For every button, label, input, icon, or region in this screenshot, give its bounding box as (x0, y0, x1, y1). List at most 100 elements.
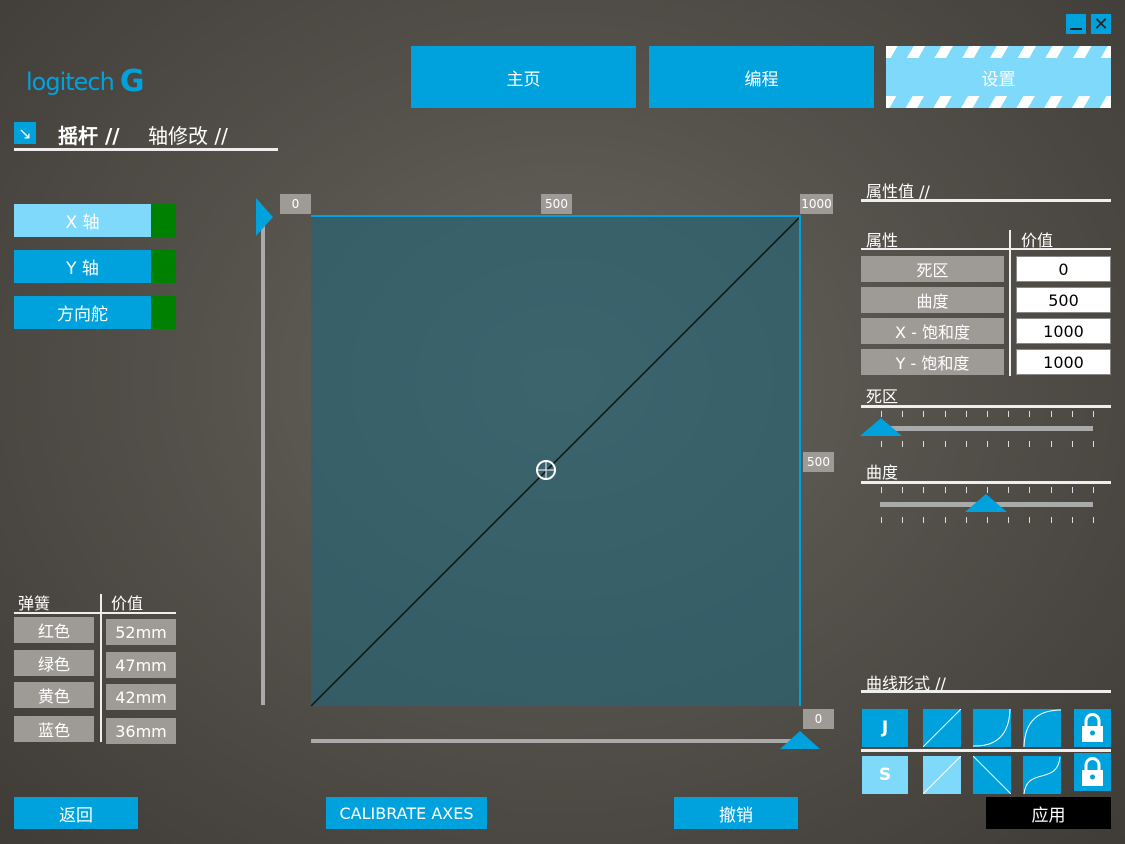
axis-indicator (151, 204, 176, 237)
top-label: 1000 (800, 194, 833, 214)
curve-s-button[interactable]: S (862, 756, 908, 794)
minimize-button[interactable] (1066, 14, 1086, 34)
minimize-icon (1070, 28, 1082, 30)
slider-tick (944, 411, 946, 417)
slider-tick (1008, 441, 1010, 447)
property-name: X - 饱和度 (861, 318, 1004, 344)
back-arrow-icon[interactable]: ↘ (14, 122, 36, 144)
spring-name: 红色 (14, 617, 94, 643)
vertical-slider-handle[interactable] (256, 198, 273, 236)
slider-tick (965, 441, 967, 447)
axis-y-button[interactable]: Y 轴 (14, 250, 151, 283)
slider-tick (1008, 487, 1010, 493)
back-button[interactable]: 返回 (14, 797, 138, 829)
slider-tick (1093, 441, 1094, 447)
spring-value: 47mm (106, 652, 176, 678)
slider-tick (1029, 441, 1031, 447)
top-label: 0 (280, 194, 311, 214)
tab-home[interactable]: 主页 (411, 46, 636, 108)
slider-tick (881, 517, 882, 523)
slider-tick (923, 411, 925, 417)
curve-handle[interactable] (965, 494, 1007, 512)
top-label: 500 (541, 194, 572, 214)
property-value-input[interactable]: 500 (1016, 287, 1111, 313)
close-button[interactable]: ✕ (1091, 13, 1111, 35)
breadcrumb-axis: 轴修改 // (148, 124, 228, 148)
linear-curve-light-icon[interactable] (923, 756, 961, 794)
property-name: Y - 饱和度 (861, 349, 1004, 375)
close-icon: ✕ (1093, 13, 1109, 35)
curve-j-button[interactable]: J (862, 709, 908, 747)
breadcrumb-joystick[interactable]: 摇杆 // (58, 120, 120, 149)
slider-tick (987, 441, 988, 447)
spring-value: 42mm (106, 684, 176, 710)
linear-curve-icon[interactable] (923, 709, 961, 747)
property-value-input[interactable]: 1000 (1016, 349, 1111, 375)
calibrate-axes-button[interactable]: CALIBRATE AXES (326, 797, 487, 829)
axis-x-button[interactable]: X 轴 (14, 204, 151, 237)
lock-icon[interactable] (1074, 709, 1111, 747)
slider-tick (987, 517, 988, 523)
spring-value: 36mm (106, 718, 176, 744)
slider-tick (944, 441, 946, 447)
slider-tick (1093, 487, 1094, 493)
axis-rudder-button[interactable]: 方向舵 (14, 296, 151, 329)
slider-tick (1071, 441, 1073, 447)
slider-tick (965, 411, 967, 417)
vertical-slider-track[interactable] (261, 225, 265, 705)
property-value-input[interactable]: 1000 (1016, 318, 1111, 344)
slider-tick (1093, 517, 1094, 523)
inverted-curve-icon[interactable] (973, 756, 1011, 794)
curve-label: 曲度 (866, 463, 899, 482)
lock-icon[interactable] (1074, 753, 1111, 791)
slider-tick (923, 487, 925, 493)
spring-name: 黄色 (14, 682, 94, 708)
slider-tick (881, 487, 882, 493)
slider-tick (1008, 517, 1010, 523)
slider-tick (1071, 411, 1073, 417)
axis-indicator (151, 296, 176, 329)
slider-tick (1093, 411, 1094, 417)
slider-tick (923, 517, 925, 523)
axis-indicator (151, 250, 176, 283)
property-name: 死区 (861, 256, 1004, 282)
slider-tick (965, 517, 967, 523)
spring-value: 52mm (106, 619, 176, 645)
right-label: 500 (803, 452, 834, 472)
slider-tick (987, 411, 988, 417)
slider-tick (1008, 411, 1010, 417)
tab-settings[interactable]: 设置 (886, 46, 1111, 108)
slider-tick (944, 487, 946, 493)
slider-tick (987, 487, 988, 493)
log-curve-icon[interactable] (1023, 709, 1061, 747)
slider-tick (1050, 487, 1052, 493)
slider-tick (944, 517, 946, 523)
deadzone-label: 死区 (866, 387, 899, 406)
exponential-curve-icon[interactable] (973, 709, 1011, 747)
slider-tick (1029, 411, 1031, 417)
deadzone-slider[interactable] (880, 426, 1093, 431)
property-value-input[interactable]: 0 (1016, 256, 1111, 282)
slider-tick (1050, 441, 1052, 447)
slider-tick (1071, 487, 1073, 493)
tab-programming[interactable]: 编程 (649, 46, 874, 108)
slider-tick (1050, 411, 1052, 417)
horizontal-slider-handle[interactable] (780, 731, 820, 749)
slider-tick (1050, 517, 1052, 523)
slider-tick (1029, 517, 1031, 523)
slider-tick (881, 441, 882, 447)
slider-tick (902, 517, 904, 523)
slider-tick (881, 411, 882, 417)
response-curve-graph[interactable] (311, 216, 801, 706)
deadzone-handle[interactable] (860, 418, 902, 436)
slider-tick (902, 441, 904, 447)
undo-button[interactable]: 撤销 (674, 797, 798, 829)
slider-tick (1029, 487, 1031, 493)
slider-tick (902, 411, 904, 417)
s-curve-icon[interactable] (1023, 756, 1061, 794)
horizontal-slider-track[interactable] (311, 739, 791, 743)
saturation-y-line[interactable] (799, 216, 801, 706)
slider-tick (965, 487, 967, 493)
apply-button[interactable]: 应用 (986, 797, 1111, 829)
slider-tick (902, 487, 904, 493)
